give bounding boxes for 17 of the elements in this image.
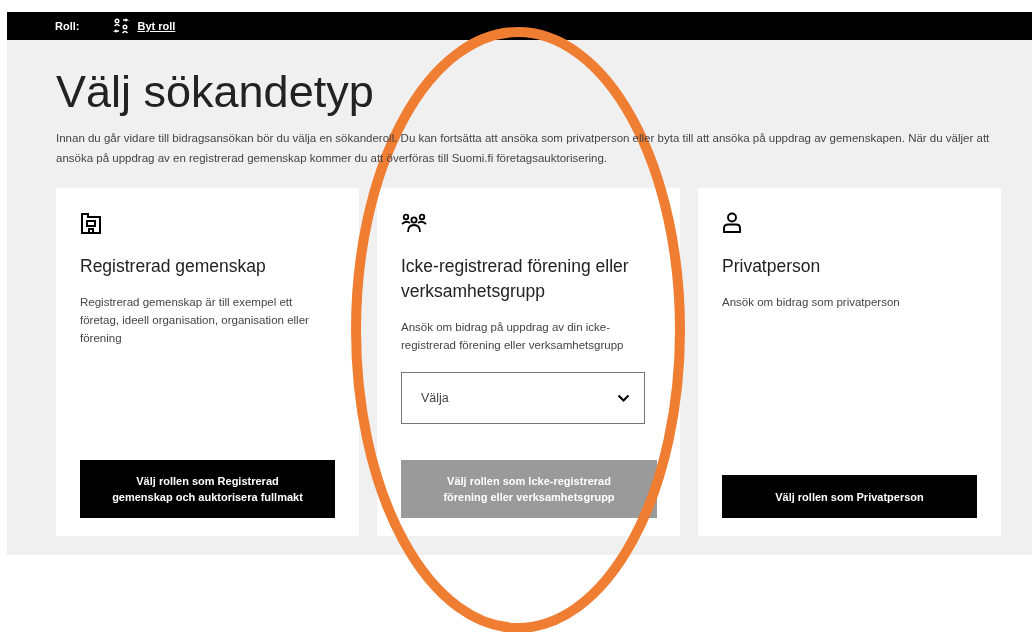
select-role-button[interactable]: Välj rollen som Privatperson	[722, 475, 977, 518]
card-description: Ansök om bidrag på uppdrag av din icke-registrerad förening eller verksamhetsgrupp	[401, 320, 625, 353]
select-dropdown[interactable]: Välja	[401, 372, 645, 424]
card-description: Registrerad gemenskap är till exempel ett företag, ideell organisation, organisation eller förening	[80, 295, 310, 346]
card-description: Ansök om bidrag som privatperson	[722, 295, 901, 310]
role-label: Roll:	[55, 18, 80, 34]
card-title: Registrerad gemenskap	[80, 255, 267, 278]
person-icon	[722, 212, 742, 234]
switch-user-icon	[113, 18, 130, 34]
card-title: Icke-registrerad förening eller verksamhetsgrupp	[401, 255, 630, 303]
people-icon	[401, 213, 427, 233]
switch-role-link[interactable]: Byt roll	[137, 17, 176, 35]
select-role-button[interactable]: Välj rollen som Registrerad gemenskap och auktorisera fullmakt	[80, 460, 335, 518]
page-title: Välj sökandetyp	[56, 65, 375, 119]
chevron-down-icon	[617, 393, 630, 403]
card-title: Privatperson	[722, 255, 822, 278]
building-icon	[80, 212, 102, 234]
